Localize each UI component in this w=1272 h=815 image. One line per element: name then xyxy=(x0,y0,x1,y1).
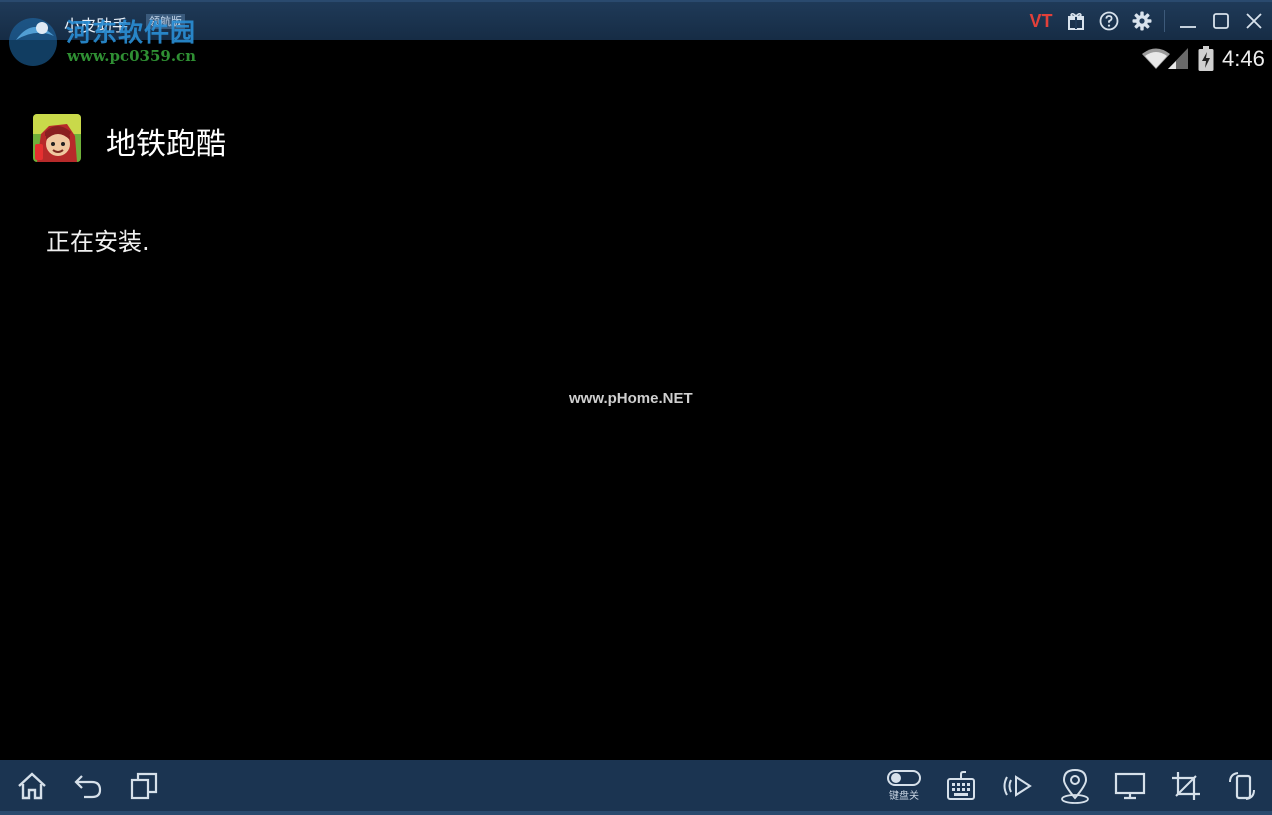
gift-icon[interactable] xyxy=(1063,8,1089,34)
app-logo-icon xyxy=(6,6,62,66)
status-time: 4:46 xyxy=(1222,46,1265,71)
location-icon[interactable] xyxy=(1053,764,1097,808)
recent-apps-icon[interactable] xyxy=(122,764,166,808)
minimize-icon[interactable] xyxy=(1175,8,1201,34)
keyboard-toggle[interactable]: 键盘关 xyxy=(882,764,926,808)
vt-label: VT xyxy=(1029,10,1053,31)
titlebar-separator xyxy=(1164,10,1165,32)
subway-surfers-app-icon xyxy=(33,114,81,162)
battery-icon xyxy=(1197,46,1215,76)
help-icon[interactable] xyxy=(1096,8,1122,34)
vt-button[interactable]: VT xyxy=(1028,8,1054,34)
home-icon[interactable] xyxy=(10,764,54,808)
install-status-text: 正在安装. xyxy=(46,228,150,256)
close-icon[interactable] xyxy=(1241,8,1267,34)
watermark-site-name: 河东软件园 xyxy=(66,18,197,47)
center-watermark: www.pHome.NET xyxy=(569,390,693,407)
screen-icon[interactable] xyxy=(1108,764,1152,808)
shake-icon[interactable] xyxy=(996,764,1040,808)
settings-icon[interactable] xyxy=(1129,8,1155,34)
back-icon[interactable] xyxy=(66,764,110,808)
maximize-icon[interactable] xyxy=(1208,8,1234,34)
crop-icon[interactable] xyxy=(1164,764,1208,808)
signal-icon xyxy=(1166,47,1190,74)
keyboard-icon[interactable] xyxy=(939,764,983,808)
keyboard-toggle-label: 键盘关 xyxy=(889,791,919,802)
app-title: 地铁跑酷 xyxy=(106,127,226,162)
rotate-icon[interactable] xyxy=(1220,764,1264,808)
watermark-url: www.pc0359.cn xyxy=(67,47,197,65)
